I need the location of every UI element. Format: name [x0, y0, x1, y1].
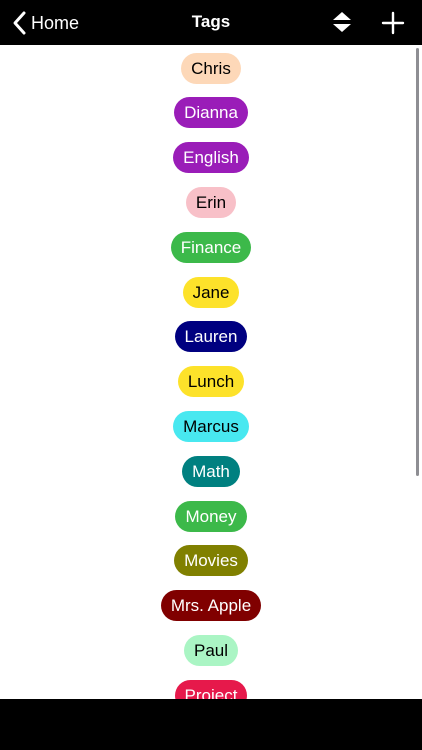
list-item[interactable]: Chris	[0, 46, 422, 90]
plus-icon	[380, 11, 406, 40]
bottom-bar	[0, 699, 422, 750]
tag-pill[interactable]: Marcus	[173, 410, 249, 442]
list-item[interactable]: Paul	[0, 628, 422, 672]
tag-pill[interactable]: Movies	[174, 545, 248, 577]
tag-pill[interactable]: Chris	[181, 52, 241, 84]
list-item[interactable]: Math	[0, 449, 422, 493]
list-item[interactable]: Lauren	[0, 315, 422, 359]
sort-button[interactable]	[330, 10, 354, 34]
list-item[interactable]: Erin	[0, 180, 422, 224]
list-item[interactable]: Money	[0, 494, 422, 538]
list-item[interactable]: Project	[0, 673, 422, 699]
tag-pill[interactable]: Math	[182, 455, 240, 487]
add-tag-button[interactable]	[380, 10, 406, 36]
tag-pill[interactable]: Mrs. Apple	[160, 590, 262, 622]
list-item[interactable]: Mrs. Apple	[0, 584, 422, 628]
tag-list-view[interactable]: Chris Dianna English Erin Finance Jane Lauren L…	[0, 45, 422, 699]
list-item[interactable]: Jane	[0, 270, 422, 314]
list-item[interactable]: English	[0, 136, 422, 180]
chevron-left-icon	[10, 10, 30, 36]
tag-pill[interactable]: Erin	[185, 186, 237, 218]
scroll-indicator[interactable]	[416, 48, 419, 476]
list-item[interactable]: Movies	[0, 539, 422, 583]
tag-pill[interactable]: Jane	[182, 276, 240, 308]
tag-pill[interactable]: Money	[175, 500, 247, 532]
tag-pill[interactable]: Lauren	[174, 321, 248, 353]
list-item[interactable]: Finance	[0, 225, 422, 269]
tag-pill[interactable]: English	[173, 142, 249, 174]
back-button-label: Home	[31, 12, 80, 33]
navigation-bar: Home Tags	[0, 0, 422, 45]
back-button[interactable]: Home	[10, 9, 79, 37]
tag-pill[interactable]: Paul	[183, 634, 239, 666]
list-item[interactable]: Lunch	[0, 360, 422, 404]
tag-pill[interactable]: Lunch	[177, 366, 245, 398]
tag-pill[interactable]: Finance	[170, 231, 252, 263]
sort-up-down-icon	[330, 12, 354, 38]
list-item[interactable]: Marcus	[0, 404, 422, 448]
tag-pill[interactable]: Dianna	[174, 97, 248, 129]
list-item[interactable]: Dianna	[0, 91, 422, 135]
tag-pill[interactable]: Project	[174, 679, 248, 699]
